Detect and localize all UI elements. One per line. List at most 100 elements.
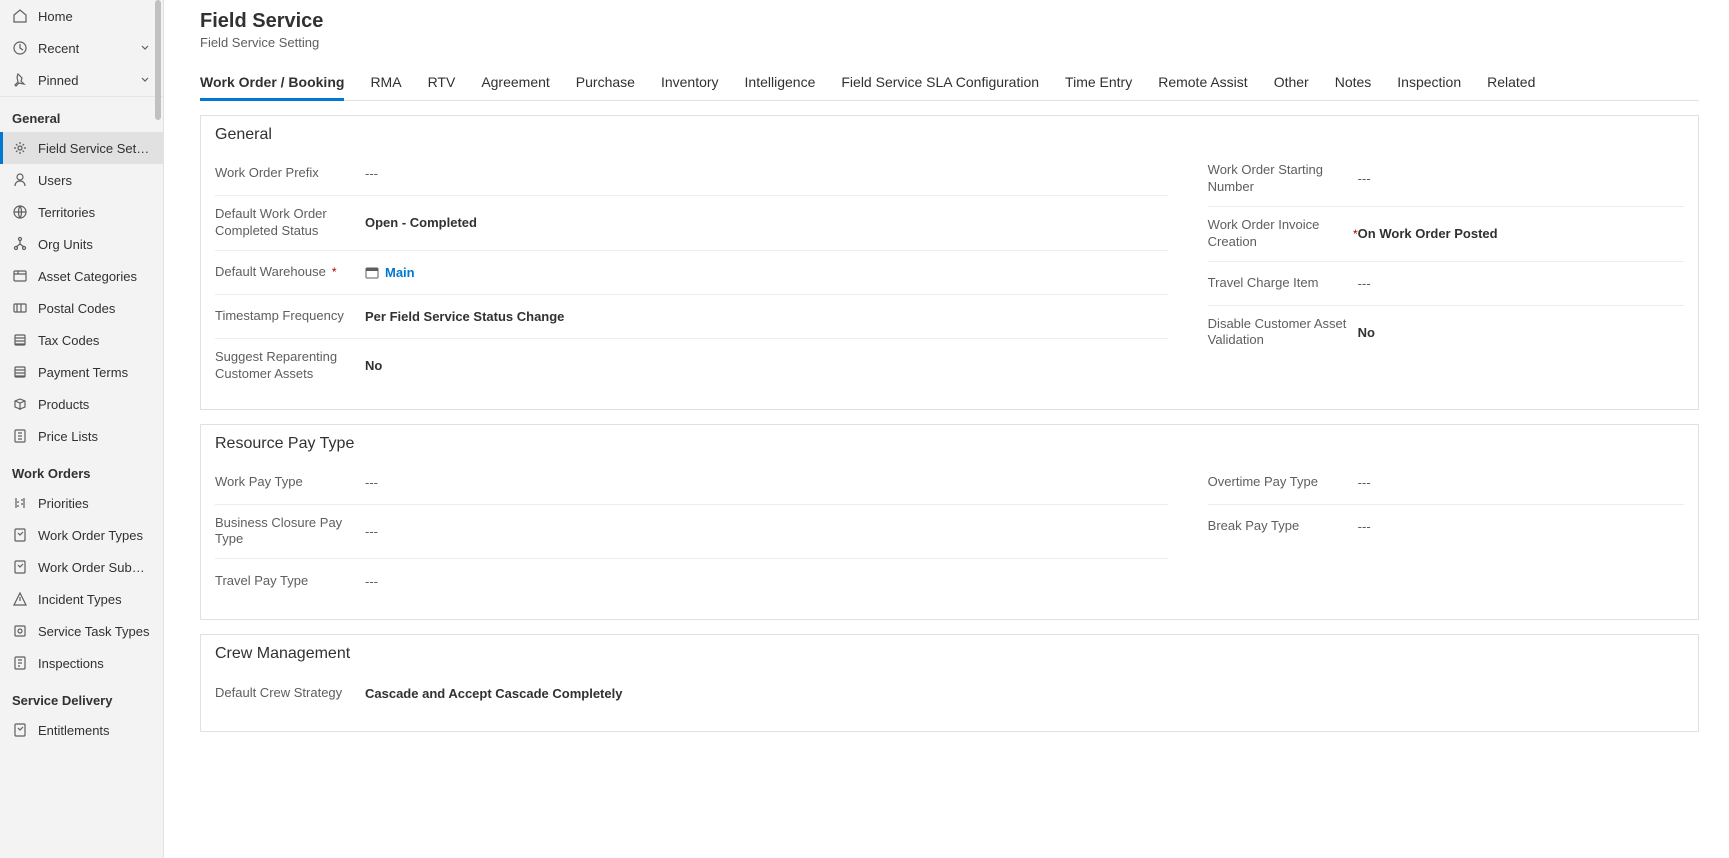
sidebar-item-recent[interactable]: Recent xyxy=(0,32,163,64)
sidebar-item-products[interactable]: Products xyxy=(0,388,163,420)
field-label: Work Order Starting Number xyxy=(1208,162,1358,196)
field-label: Default Crew Strategy xyxy=(215,685,342,702)
sidebar-item-label: Entitlements xyxy=(38,723,110,738)
postal-icon xyxy=(12,300,28,316)
field-value[interactable]: --- xyxy=(365,475,1168,490)
section-title: Crew Management xyxy=(215,645,1684,663)
org-icon xyxy=(12,236,28,252)
field-value[interactable]: No xyxy=(1358,325,1684,340)
field-row[interactable]: Work Pay Type --- xyxy=(215,461,1168,505)
tab-related[interactable]: Related xyxy=(1487,74,1535,100)
field-value[interactable]: --- xyxy=(1358,276,1684,291)
sidebar-item-tax-codes[interactable]: Tax Codes xyxy=(0,324,163,356)
field-row[interactable]: Overtime Pay Type--- xyxy=(1208,461,1684,505)
sidebar-item-service-task-types[interactable]: Service Task Types xyxy=(0,615,163,647)
inspection-icon xyxy=(12,655,28,671)
sidebar-item-postal-codes[interactable]: Postal Codes xyxy=(0,292,163,324)
field-row[interactable]: Work Order Invoice Creation*On Work Orde… xyxy=(1208,207,1684,262)
tab-notes[interactable]: Notes xyxy=(1335,74,1372,100)
sidebar-item-price-lists[interactable]: Price Lists xyxy=(0,420,163,452)
field-value[interactable]: Cascade and Accept Cascade Completely xyxy=(365,686,1215,701)
field-label: Work Pay Type xyxy=(215,474,303,491)
tab-rma[interactable]: RMA xyxy=(370,74,401,100)
field-row[interactable]: Travel Charge Item--- xyxy=(1208,262,1684,306)
field-row[interactable]: Default Work Order Completed StatusOpen … xyxy=(215,196,1168,251)
sidebar-item-home[interactable]: Home xyxy=(0,0,163,32)
sidebar-item-entitlements[interactable]: Entitlements xyxy=(0,714,163,746)
incident-icon xyxy=(12,591,28,607)
tab-work-order-booking[interactable]: Work Order / Booking xyxy=(200,74,344,100)
sidebar-item-work-order-subst[interactable]: Work Order Subst... xyxy=(0,551,163,583)
sidebar-item-label: Service Task Types xyxy=(38,624,150,639)
sidebar-item-priorities[interactable]: Priorities xyxy=(0,487,163,519)
field-value[interactable]: --- xyxy=(365,574,1168,589)
field-value[interactable]: --- xyxy=(365,166,1168,181)
field-value[interactable]: No xyxy=(365,358,1168,373)
sidebar-item-work-order-types[interactable]: Work Order Types xyxy=(0,519,163,551)
field-value[interactable]: Per Field Service Status Change xyxy=(365,309,1168,324)
tab-inspection[interactable]: Inspection xyxy=(1397,74,1461,100)
field-label: Break Pay Type xyxy=(1208,518,1300,535)
tab-remote-assist[interactable]: Remote Assist xyxy=(1158,74,1247,100)
tab-purchase[interactable]: Purchase xyxy=(576,74,635,100)
sidebar-item-incident-types[interactable]: Incident Types xyxy=(0,583,163,615)
home-icon xyxy=(12,8,28,24)
tab-other[interactable]: Other xyxy=(1274,74,1309,100)
sidebar-item-org-units[interactable]: Org Units xyxy=(0,228,163,260)
lookup-icon xyxy=(365,266,379,280)
field-row[interactable]: Default Crew Strategy Cascade and Accept … xyxy=(215,671,1215,715)
sidebar-item-label: Inspections xyxy=(38,656,104,671)
tab-rtv[interactable]: RTV xyxy=(428,74,456,100)
sidebar-item-label: Users xyxy=(38,173,72,188)
field-row[interactable]: Business Closure Pay Type--- xyxy=(215,505,1168,560)
sidebar-item-users[interactable]: Users xyxy=(0,164,163,196)
sidebar-group-title: Work Orders xyxy=(0,452,163,487)
sidebar-item-inspections[interactable]: Inspections xyxy=(0,647,163,679)
chevron-down-icon xyxy=(139,42,151,54)
field-value[interactable]: Open - Completed xyxy=(365,215,1168,230)
field-label: Default Work Order Completed Status xyxy=(215,206,365,240)
sidebar-item-payment-terms[interactable]: Payment Terms xyxy=(0,356,163,388)
field-value[interactable]: --- xyxy=(365,524,1168,539)
field-value[interactable]: --- xyxy=(1358,171,1684,186)
field-value[interactable]: --- xyxy=(1358,475,1684,490)
sidebar-item-label: Home xyxy=(38,9,73,24)
field-row[interactable]: Default Warehouse*Main xyxy=(215,251,1168,295)
priority-icon xyxy=(12,495,28,511)
field-row[interactable]: Work Order Prefix--- xyxy=(215,152,1168,196)
tab-bar: Work Order / Booking RMA RTV Agreement Purch… xyxy=(200,74,1699,101)
field-label: Travel Pay Type xyxy=(215,573,308,590)
sidebar-item-territories[interactable]: Territories xyxy=(0,196,163,228)
field-label: Default Warehouse xyxy=(215,264,326,281)
sidebar-item-pinned[interactable]: Pinned xyxy=(0,64,163,96)
page-subtitle: Field Service Setting xyxy=(200,35,1699,50)
sidebar-item-label: Pinned xyxy=(38,73,78,88)
sidebar-item-label: Recent xyxy=(38,41,79,56)
sidebar: Home Recent Pinned General Field Service… xyxy=(0,0,164,858)
section-general: GeneralWork Order Prefix---Default Work … xyxy=(200,115,1699,410)
field-row[interactable]: Work Order Starting Number--- xyxy=(1208,152,1684,207)
sidebar-item-asset-categories[interactable]: Asset Categories xyxy=(0,260,163,292)
field-row[interactable]: Travel Pay Type --- xyxy=(215,559,1168,603)
payment-icon xyxy=(12,364,28,380)
field-value[interactable]: --- xyxy=(1358,519,1684,534)
sidebar-item-label: Products xyxy=(38,397,89,412)
sidebar-scrollbar[interactable] xyxy=(155,0,161,120)
sidebar-item-field-service-setti[interactable]: Field Service Setti... xyxy=(0,132,163,164)
sidebar-item-label: Org Units xyxy=(38,237,93,252)
field-value-text: Main xyxy=(385,265,415,280)
tab-time-entry[interactable]: Time Entry xyxy=(1065,74,1132,100)
sidebar-item-label: Price Lists xyxy=(38,429,98,444)
field-value[interactable]: Main xyxy=(365,265,1168,281)
field-row[interactable]: Disable Customer Asset ValidationNo xyxy=(1208,306,1684,360)
tab-intelligence[interactable]: Intelligence xyxy=(745,74,816,100)
tab-agreement[interactable]: Agreement xyxy=(481,74,549,100)
tab-inventory[interactable]: Inventory xyxy=(661,74,719,100)
tab-field-service-sla-configuration[interactable]: Field Service SLA Configuration xyxy=(841,74,1039,100)
field-value[interactable]: On Work Order Posted xyxy=(1358,226,1684,241)
page-title: Field Service xyxy=(200,10,1699,33)
field-row[interactable]: Suggest Reparenting Customer AssetsNo xyxy=(215,339,1168,393)
field-row[interactable]: Timestamp FrequencyPer Field Service Sta… xyxy=(215,295,1168,339)
field-row[interactable]: Break Pay Type --- xyxy=(1208,505,1684,549)
field-label: Work Order Invoice Creation xyxy=(1208,217,1347,251)
